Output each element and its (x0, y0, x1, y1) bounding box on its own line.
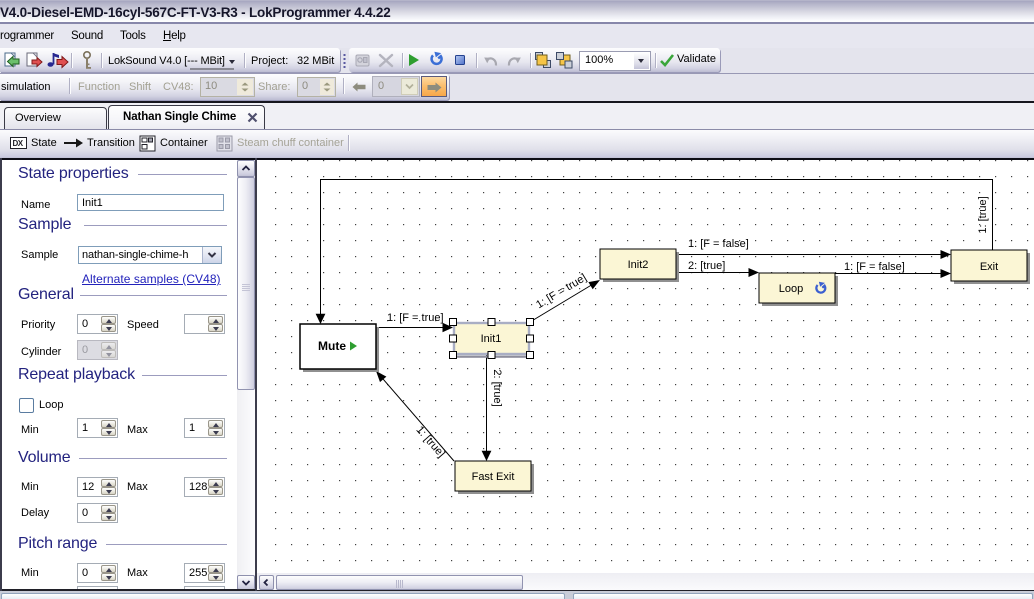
svg-text:1: [F = false]: 1: [F = false] (688, 238, 749, 250)
svg-text:Loop: Loop (779, 283, 803, 295)
svg-text:Init2: Init2 (628, 259, 649, 271)
svg-text:1: [F = false]: 1: [F = false] (844, 261, 905, 273)
svg-text:1: [F = true]: 1: [F = true] (387, 312, 444, 324)
svg-text:1: [true]: 1: [true] (977, 196, 989, 233)
svg-text:2: [true]: 2: [true] (491, 369, 503, 406)
svg-text:Mute: Mute (318, 339, 346, 353)
svg-text:Fast Exit: Fast Exit (472, 471, 515, 483)
svg-text:Exit: Exit (980, 261, 998, 273)
svg-text:2: [true]: 2: [true] (688, 260, 725, 272)
svg-text:Init1: Init1 (481, 333, 502, 345)
